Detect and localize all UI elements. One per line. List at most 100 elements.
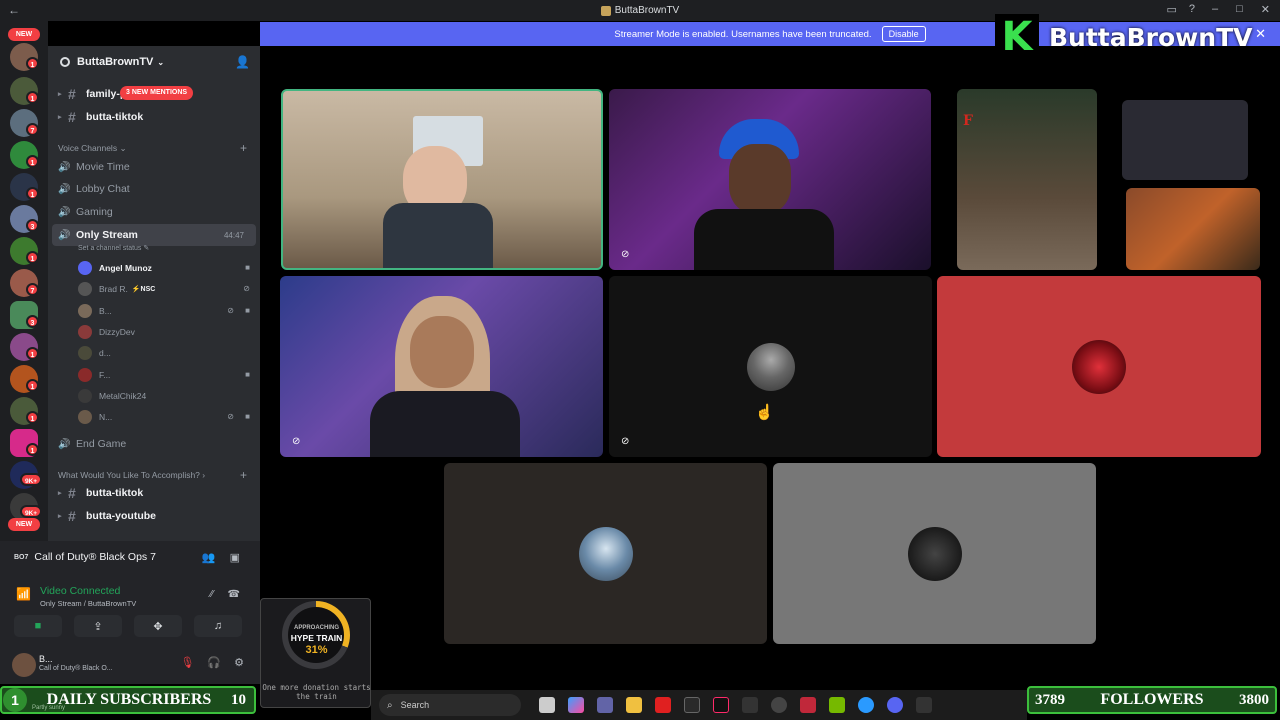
voice-user[interactable]: d...: [78, 342, 256, 363]
new-unreads-pill-bottom[interactable]: NEW: [8, 518, 40, 531]
video-tile[interactable]: ⊘: [280, 276, 603, 457]
voice-connected-subtitle[interactable]: Only Stream / ButtaBrownTV: [40, 599, 136, 608]
game-icon: BO7: [14, 553, 29, 561]
nvidia-icon[interactable]: [829, 697, 845, 713]
voice-channel-lobby-chat[interactable]: 🔊 Lobby Chat: [48, 178, 260, 200]
video-tile-avatar[interactable]: [773, 463, 1096, 644]
tiktok-icon[interactable]: [713, 697, 729, 713]
channel-label: Lobby Chat: [76, 183, 130, 195]
avatar[interactable]: [12, 653, 36, 677]
video-tile-avatar[interactable]: [937, 276, 1261, 457]
avatar: [1072, 339, 1126, 394]
unread-badge: 9K+: [20, 505, 42, 518]
camera-button[interactable]: ■: [14, 615, 62, 637]
create-channel-icon[interactable]: +: [240, 468, 247, 482]
taskbar-search[interactable]: ⌕ Search: [379, 694, 521, 716]
invite-people-icon[interactable]: 👤: [235, 55, 250, 69]
voice-user[interactable]: N... ⊘ ■: [78, 406, 256, 427]
channel-butta-tiktok-2[interactable]: ▸ # butta-tiktok: [48, 482, 260, 504]
discord-icon[interactable]: [887, 697, 903, 713]
channel-label: butta-tiktok: [86, 487, 144, 499]
unread-badge: 7: [26, 283, 39, 296]
soundboard-button[interactable]: ♫: [194, 615, 242, 637]
share-screen-button[interactable]: ⇪: [74, 615, 122, 637]
voice-user[interactable]: Brad R. ⚡NSC ⊘: [78, 278, 256, 299]
channel-butta-youtube[interactable]: ▸ # butta-youtube: [48, 505, 260, 527]
video-tile-avatar[interactable]: [444, 463, 767, 644]
user-tag: ⚡NSC: [131, 285, 156, 293]
avatar: [78, 388, 92, 403]
category-accomplish[interactable]: What Would You Like To Accomplish? › +: [58, 468, 253, 482]
channel-label: End Game: [76, 438, 127, 450]
unread-badge: 1: [26, 91, 39, 104]
close-window-icon[interactable]: ✕: [1261, 3, 1270, 16]
voice-user[interactable]: B... ⊘ ■: [78, 300, 256, 321]
back-arrow-icon[interactable]: ←: [8, 3, 20, 17]
hype-percent: 31%: [305, 644, 328, 656]
followers-goal: 3800: [1238, 691, 1269, 708]
opera-icon[interactable]: [800, 697, 816, 713]
video-tile-speaking[interactable]: [281, 89, 603, 270]
followers-current: 3789: [1035, 691, 1065, 708]
file-icon[interactable]: [539, 697, 555, 713]
set-channel-status[interactable]: Set a channel status ✎: [78, 244, 149, 252]
youtube-icon[interactable]: [655, 697, 671, 713]
disable-streamer-mode-button[interactable]: Disable: [881, 26, 926, 42]
new-mentions-badge[interactable]: 3 NEW MENTIONS: [120, 86, 194, 100]
voice-user[interactable]: DizzyDev: [78, 321, 256, 342]
app-icon[interactable]: [742, 697, 758, 713]
user-name: B...: [39, 654, 53, 664]
teams-icon[interactable]: [597, 697, 613, 713]
voice-channel-movie-time[interactable]: 🔊 Movie Time: [48, 156, 260, 178]
stream-overlay-logo: K ButtaBrownTV: [995, 12, 1257, 62]
call-timer: 44:47: [223, 230, 244, 240]
video-tile-screen[interactable]: [1126, 188, 1260, 270]
edge-icon[interactable]: [858, 697, 874, 713]
speaker-icon: 🔊: [58, 161, 71, 173]
person-head: [410, 316, 474, 388]
server-header[interactable]: ButtaBrownTV ⌄ 👤: [48, 46, 260, 78]
unread-badge: 1: [26, 347, 39, 360]
video-tile[interactable]: ⊘: [609, 89, 931, 270]
channel-label: Gaming: [76, 206, 113, 218]
folder-icon[interactable]: [626, 697, 642, 713]
connection-signal-icon[interactable]: 📶: [16, 587, 31, 601]
avatar: [78, 303, 92, 318]
headphones-icon[interactable]: 🎧: [207, 656, 221, 669]
voice-user[interactable]: Angel Munoz ■: [78, 257, 256, 278]
create-channel-icon[interactable]: +: [240, 141, 247, 155]
screen-share-icon[interactable]: ▣: [230, 551, 240, 564]
copilot-icon[interactable]: [568, 697, 584, 713]
taskbar-apps: [539, 697, 932, 713]
caret-icon: ▸: [58, 513, 62, 520]
person-shirt: [383, 203, 493, 268]
channel-butta-tiktok[interactable]: ▸ # butta-tiktok: [48, 106, 260, 128]
hype-approaching-label: APPROACHING: [293, 625, 339, 631]
weather-text: Partly sunny: [32, 705, 66, 711]
voice-channel-end-game[interactable]: 🔊 End Game: [48, 433, 260, 455]
voice-user-name: N...: [99, 411, 113, 422]
video-tile-avatar[interactable]: ⊘: [609, 276, 932, 457]
disconnect-icon[interactable]: ☎: [228, 589, 240, 600]
person-shirt: [370, 391, 520, 457]
video-tile-screen[interactable]: [1122, 100, 1248, 180]
game-activity[interactable]: BO7 Call of Duty® Black Ops 7: [14, 551, 156, 563]
caret-icon: ▸: [58, 91, 62, 98]
add-friend-icon[interactable]: 👥: [202, 551, 216, 564]
app-icon[interactable]: [916, 697, 932, 713]
gear-icon[interactable]: ⚙: [234, 656, 244, 669]
voice-user[interactable]: MetalChik24: [78, 385, 256, 406]
new-unreads-pill[interactable]: NEW: [8, 28, 40, 41]
video-tile-poster[interactable]: F: [957, 89, 1097, 270]
voice-user[interactable]: F... ■: [78, 364, 256, 385]
hash-icon: #: [68, 508, 76, 524]
chevron-down-icon: ⌄: [157, 57, 165, 67]
activities-button[interactable]: ✥: [134, 615, 182, 637]
voice-channel-gaming[interactable]: 🔊 Gaming: [48, 201, 260, 223]
obs-icon[interactable]: [771, 697, 787, 713]
x-icon[interactable]: [684, 697, 700, 713]
noise-suppression-icon[interactable]: ⁄⁄: [210, 589, 213, 600]
voice-channel-only-stream[interactable]: 🔊 Only Stream 44:47: [52, 224, 256, 246]
mute-mic-icon[interactable]: 🎙: [180, 656, 194, 669]
category-voice-channels[interactable]: Voice Channels ⌄ +: [58, 141, 253, 155]
